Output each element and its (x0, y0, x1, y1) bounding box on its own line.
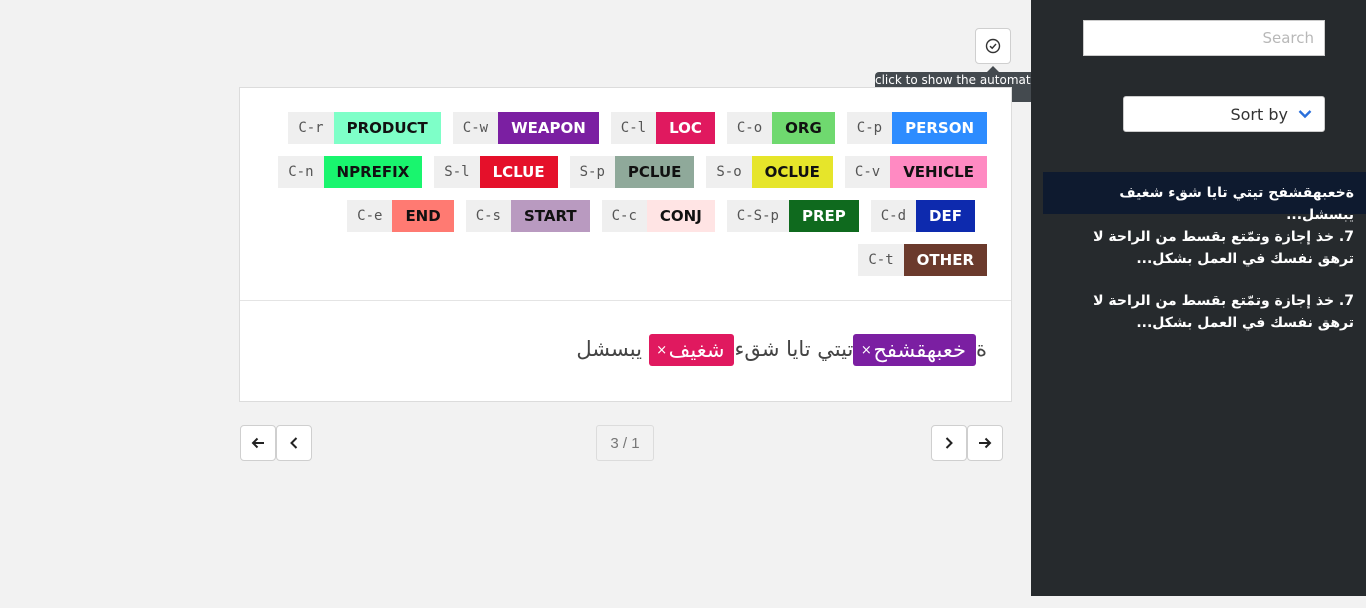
label-name: PERSON (892, 112, 987, 144)
label-name: PRODUCT (333, 112, 441, 144)
shortcut-key: S-o (706, 156, 752, 188)
chevron-left-icon (290, 437, 298, 449)
label-person[interactable]: C-p PERSON (846, 112, 987, 144)
label-pclue[interactable]: S-p PCLUE (569, 156, 695, 188)
label-lclue[interactable]: S-l LCLUE (434, 156, 558, 188)
label-row-2: C-n NPREFIX S-l LCLUE S-p PCLUE S-o OCLUE C-… (278, 156, 987, 188)
label-row-3: C-e END C-s START C-c CONJ C-S-p PREP C-d DEF (347, 200, 975, 232)
label-start[interactable]: C-s START (465, 200, 590, 232)
label-product[interactable]: C-r PRODUCT (288, 112, 441, 144)
label-name: LCLUE (479, 156, 558, 188)
shortcut-key: C-s (465, 200, 511, 232)
search-input[interactable] (1083, 20, 1325, 56)
check-circle-icon (985, 38, 1001, 54)
auto-annotate-button[interactable] (975, 28, 1011, 64)
label-def[interactable]: C-d DEF (870, 200, 975, 232)
label-vehicle[interactable]: C-v VEHICLE (844, 156, 987, 188)
shortcut-key: C-w (452, 112, 499, 144)
label-name: OTHER (903, 244, 987, 276)
label-oclue[interactable]: S-o OCLUE (706, 156, 833, 188)
arrow-left-icon (251, 437, 264, 449)
shortcut-key: C-o (726, 112, 773, 144)
label-name: NPREFIX (323, 156, 423, 188)
shortcut-key: C-c (601, 200, 647, 232)
first-page-button[interactable] (240, 425, 276, 461)
label-name: ORG (772, 112, 835, 144)
remove-entity-icon[interactable]: × (655, 343, 669, 358)
text-segment: يبسشل (576, 337, 642, 361)
label-name: LOC (656, 112, 715, 144)
shortcut-key: C-n (278, 156, 324, 188)
annotation-card: C-r PRODUCT C-w WEAPON C-l LOC C-o ORG C-p PE… (239, 87, 1012, 402)
last-page-button[interactable] (967, 425, 1003, 461)
doc-list-item[interactable]: 7. خذ إجازة وتمّتع بقسط من الراحة لا تره… (1043, 290, 1366, 334)
shortcut-key: C-e (347, 200, 393, 232)
label-palette: C-r PRODUCT C-w WEAPON C-l LOC C-o ORG C-p PE… (240, 88, 1011, 301)
label-prep[interactable]: C-S-p PREP (726, 200, 859, 232)
shortcut-key: C-r (288, 112, 334, 144)
shortcut-key: C-l (610, 112, 657, 144)
label-org[interactable]: C-o ORG (726, 112, 835, 144)
doc-list-item-active[interactable]: ةخعبهقشفح تيتي تايا شقء شغيف يبسشل... (1043, 172, 1366, 223)
sort-dropdown[interactable]: Sort by (1123, 96, 1325, 132)
entity-loc[interactable]: شغيف × (648, 334, 735, 366)
label-loc[interactable]: C-l LOC (610, 112, 715, 144)
label-other[interactable]: C-t OTHER (858, 244, 987, 276)
shortcut-key: C-p (846, 112, 893, 144)
shortcut-key: C-d (870, 200, 917, 232)
next-page-button[interactable] (931, 425, 967, 461)
chevron-right-icon (945, 437, 953, 449)
label-nprefix[interactable]: C-n NPREFIX (278, 156, 423, 188)
label-name: START (511, 200, 590, 232)
shortcut-key: S-l (434, 156, 480, 188)
label-name: END (392, 200, 454, 232)
label-name: CONJ (646, 200, 715, 232)
label-row-1: C-r PRODUCT C-w WEAPON C-l LOC C-o ORG C-p PE… (288, 112, 987, 144)
label-name: OCLUE (751, 156, 833, 188)
shortcut-key: C-t (858, 244, 904, 276)
arrow-right-icon (979, 437, 992, 449)
prev-page-button[interactable] (276, 425, 312, 461)
shortcut-key: C-S-p (726, 200, 789, 232)
label-name: PCLUE (614, 156, 695, 188)
chevron-down-icon (1298, 110, 1312, 119)
label-name: VEHICLE (890, 156, 987, 188)
doc-list-item[interactable]: 7. خذ إجازة وتمّتع بقسط من الراحة لا تره… (1043, 226, 1366, 270)
label-name: PREP (788, 200, 859, 232)
text-segment: ة (975, 337, 987, 361)
document-sidebar: Sort by ةخعبهقشفح تيتي تايا شقء شغيف يبس… (1031, 0, 1366, 596)
label-row-4: C-t OTHER (858, 244, 987, 276)
label-conj[interactable]: C-c CONJ (601, 200, 715, 232)
page-indicator: 3 / 1 (596, 425, 654, 461)
label-name: WEAPON (498, 112, 599, 144)
entity-weapon[interactable]: خعبهقشفح × (853, 334, 976, 366)
remove-entity-icon[interactable]: × (859, 343, 873, 358)
shortcut-key: S-p (569, 156, 615, 188)
entity-text: خعبهقشفح (873, 338, 966, 362)
text-segment: تيتي تايا شقء (734, 337, 854, 361)
sort-label: Sort by (1230, 104, 1288, 124)
entity-text: شغيف (668, 338, 725, 362)
shortcut-key: C-v (844, 156, 891, 188)
document-text[interactable]: ة خعبهقشفح × تيتي تايا شقء شغيف × يبسشل (240, 302, 1011, 402)
label-weapon[interactable]: C-w WEAPON (452, 112, 599, 144)
label-end[interactable]: C-e END (347, 200, 454, 232)
label-name: DEF (916, 200, 975, 232)
